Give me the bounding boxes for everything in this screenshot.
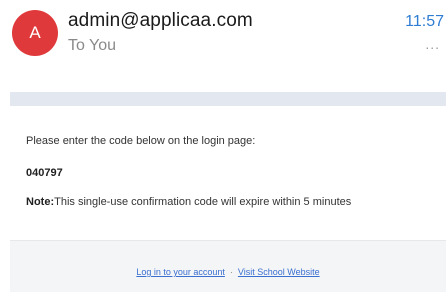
footer-links: Log in to your account · Visit School Webs… [10,267,446,277]
sender-avatar: A [12,10,58,56]
received-time: 11:57 [405,13,444,30]
avatar-letter: A [29,23,41,42]
school-website-link[interactable]: Visit School Website [238,267,320,277]
note-label: Note: [26,196,55,208]
email-top-bar [10,92,446,106]
email-body [10,106,446,240]
confirmation-code: 040797 [26,167,63,179]
link-separator: · [229,267,233,277]
email-footer [10,240,446,292]
more-options-icon[interactable]: ... [425,36,440,52]
recipient-label: To You [68,37,117,54]
expiry-note: Note:This single-use confirmation code w… [26,196,351,208]
sender-address: admin@applicaa.com [68,10,253,31]
intro-text: Please enter the code below on the login… [26,135,256,147]
login-link[interactable]: Log in to your account [136,267,225,277]
note-text: This single-use confirmation code will e… [54,196,352,208]
